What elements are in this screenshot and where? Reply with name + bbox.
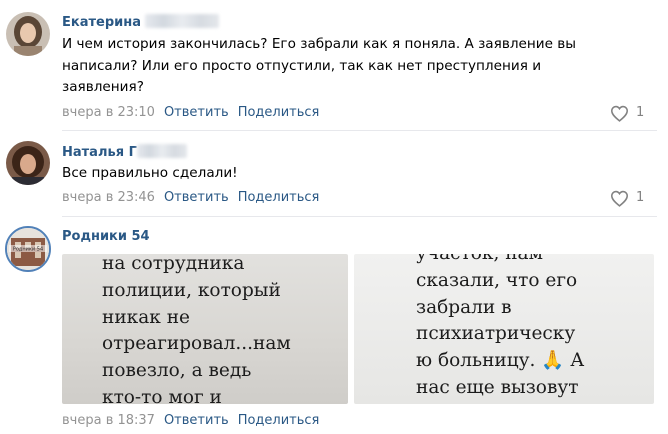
redacted-surname <box>145 14 219 28</box>
reply-button[interactable]: Ответить <box>164 105 229 120</box>
like-count: 1 <box>636 105 645 120</box>
attached-photo[interactable]: участок, нам сказали, что его забрали в … <box>354 254 654 404</box>
photo-text-line: полиции, который <box>102 279 281 301</box>
photo-text-line: нас еще вызовут <box>416 376 579 398</box>
photo-text-line: сказали, что его <box>416 269 578 291</box>
comment-meta: вчера в 23:10 Ответить Поделиться <box>62 104 319 122</box>
comment-time[interactable]: вчера в 18:37 <box>62 413 155 428</box>
comment: Екатерина И чем история закончилась? Его… <box>0 0 668 130</box>
photo-text-line: никак не <box>102 306 190 328</box>
comment-meta: вчера в 23:46 Ответить Поделиться <box>62 189 319 207</box>
comment: Наталья Г Все правильно сделали! вчера в… <box>0 131 668 216</box>
comment-text: И чем история закончилась? Его забрали к… <box>62 34 602 99</box>
photo-text-line: забрали в <box>416 296 512 318</box>
photo-text-line: отреагировал...нам <box>102 333 291 355</box>
comment-text-line: Все правильно сделали! <box>62 165 238 181</box>
comment-text-line: написали? Или его просто отпустили, так … <box>62 57 542 74</box>
photo-text-line: участок, нам <box>416 254 584 268</box>
comment-text-line: заявления? <box>62 79 144 95</box>
comment-time[interactable]: вчера в 23:10 <box>62 105 155 120</box>
heart-outline-icon <box>610 105 629 122</box>
photo-text-line: кто-то мог и <box>102 386 222 404</box>
share-button[interactable]: Поделиться <box>238 190 320 205</box>
share-button[interactable]: Поделиться <box>238 105 320 120</box>
share-button[interactable]: Поделиться <box>238 413 320 428</box>
attached-photo[interactable]: на сотрудника полиции, который никак не … <box>62 254 348 404</box>
avatar[interactable]: Родники 54 <box>5 226 51 272</box>
comment-time[interactable]: вчера в 23:46 <box>62 190 155 205</box>
avatar[interactable] <box>6 141 50 185</box>
comment-author[interactable]: Наталья Г <box>62 144 187 162</box>
comment-text-line: И чем история закончилась? Его забрали к… <box>62 36 577 52</box>
photo-text-line: на сотрудника <box>102 254 245 274</box>
comment-text: Все правильно сделали! <box>62 163 602 185</box>
photo-text-line: повезло, а ведь <box>102 360 252 382</box>
heart-outline-icon <box>610 190 629 207</box>
photo-text-line: ю больницу. 🙏 А <box>416 350 585 372</box>
reply-button[interactable]: Ответить <box>164 413 229 428</box>
reply-button[interactable]: Ответить <box>164 190 229 205</box>
comment-meta: вчера в 18:37 Ответить Поделиться <box>62 412 319 430</box>
redacted-surname <box>136 144 187 158</box>
svg-text:Родники 54: Родники 54 <box>13 247 43 253</box>
like-count: 1 <box>636 190 645 205</box>
photo-text-line: психиатрическу <box>416 323 576 345</box>
comment-author[interactable]: Родники 54 <box>62 228 150 246</box>
comment-author[interactable]: Екатерина <box>62 14 219 32</box>
avatar[interactable] <box>6 12 50 56</box>
